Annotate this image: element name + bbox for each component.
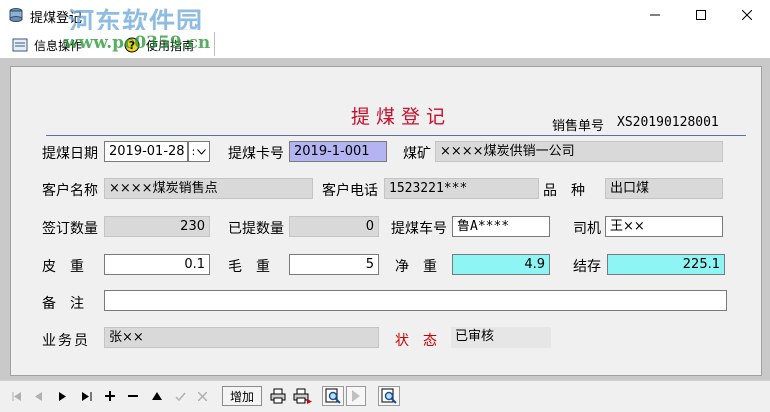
mine-label: 煤矿: [403, 146, 431, 162]
driver-field[interactable]: 王××: [605, 216, 723, 237]
gross-field[interactable]: 5: [289, 254, 379, 275]
edit-record-button[interactable]: [148, 386, 166, 406]
customer-field[interactable]: ××××煤炭销售点: [104, 178, 313, 199]
checkmark-icon: [174, 392, 186, 401]
card-label: 提煤卡号: [228, 146, 284, 162]
variety-label: 品 种: [543, 183, 585, 199]
phone-field[interactable]: 1523221***: [384, 178, 539, 199]
delete-record-button[interactable]: [124, 386, 142, 406]
triangle-up-icon: [152, 392, 162, 400]
net-field[interactable]: 4.9: [452, 254, 550, 275]
minimize-icon: [650, 14, 660, 16]
tare-field[interactable]: 0.1: [104, 254, 210, 275]
menu-separator: [214, 32, 215, 56]
remark-label: 备 注: [42, 296, 84, 312]
balance-label: 结存: [573, 259, 601, 275]
date-label: 提煤日期: [42, 146, 98, 162]
title-underline: [46, 135, 746, 136]
order-no-value: XS20190128001: [617, 115, 719, 130]
vehicle-label: 提煤车号: [391, 221, 447, 237]
search-button[interactable]: [322, 386, 344, 406]
close-icon: [742, 10, 752, 20]
cancel-x-icon: [197, 391, 207, 401]
post-record-button[interactable]: [171, 386, 189, 406]
play-button[interactable]: [346, 386, 366, 406]
status-field: 已审核: [451, 327, 551, 348]
card-field[interactable]: 2019-1-001: [289, 141, 387, 162]
prev-record-icon: [35, 391, 42, 401]
next-record-button[interactable]: [54, 386, 72, 406]
last-record-icon: [82, 391, 92, 401]
clerk-label: 业务员: [42, 333, 90, 349]
add-record-button[interactable]: [101, 386, 119, 406]
preview-button[interactable]: [378, 386, 400, 406]
signed-qty-label: 签订数量: [42, 221, 98, 237]
order-no-label: 销售单号: [552, 119, 605, 134]
vehicle-field[interactable]: 鲁A****: [452, 216, 550, 237]
mine-field[interactable]: ××××煤炭供销一公司: [435, 141, 723, 162]
driver-label: 司机: [573, 221, 601, 237]
last-record-button[interactable]: [78, 386, 96, 406]
magnifier-icon: [325, 388, 341, 404]
minus-icon: [128, 395, 138, 397]
printer-arrow-icon: [293, 388, 312, 404]
plus-icon: [105, 391, 115, 401]
next-record-icon: [59, 391, 66, 401]
maximize-button[interactable]: [678, 0, 724, 30]
date-field[interactable]: 2019-01-28: [104, 141, 188, 162]
preview-magnifier-icon: [381, 388, 397, 404]
main-area: 提煤登记 销售单号 XS20190128001 提煤日期 2019-01-28 …: [0, 58, 770, 380]
clerk-field[interactable]: 张××: [104, 327, 379, 348]
gross-label: 毛 重: [228, 259, 270, 275]
phone-label: 客户电话: [322, 183, 378, 199]
tare-label: 皮 重: [42, 259, 84, 275]
print-button[interactable]: [267, 386, 289, 406]
title-bar: 提煤登记 河东软件园: [0, 0, 770, 38]
status-label: 状 态: [395, 333, 437, 349]
cancel-record-button[interactable]: [193, 386, 211, 406]
app-icon: [9, 8, 23, 22]
chevron-down-icon: [197, 148, 207, 155]
watermark-url: www.pc0359.cn: [64, 33, 211, 53]
minimize-button[interactable]: [632, 0, 678, 30]
prev-record-button[interactable]: [30, 386, 48, 406]
remark-field[interactable]: [104, 290, 727, 311]
net-label: 净 重: [395, 259, 437, 275]
bottom-toolbar: 增加: [0, 380, 770, 412]
balance-field[interactable]: 225.1: [607, 254, 725, 275]
printer-icon: [270, 388, 286, 404]
first-record-icon: [12, 391, 21, 401]
maximize-icon: [696, 10, 706, 20]
date-dropdown[interactable]: :: [188, 141, 210, 162]
info-icon: [12, 38, 28, 52]
close-button[interactable]: [724, 0, 770, 30]
form-title: 提煤登记: [351, 106, 452, 128]
add-button[interactable]: 增加: [222, 386, 262, 406]
first-record-button[interactable]: [8, 386, 26, 406]
taken-qty-label: 已提数量: [228, 221, 284, 237]
play-icon: [352, 390, 360, 402]
customer-label: 客户名称: [42, 183, 98, 199]
date-separator: :: [191, 145, 196, 158]
print-setup-button[interactable]: [291, 386, 315, 406]
signed-qty-field[interactable]: 230: [104, 216, 210, 237]
app-window: 提煤登记 河东软件园 信息操作 ? 使用指南 www.pc0359.cn 提煤登…: [0, 0, 770, 412]
form-panel: 提煤登记 销售单号 XS20190128001 提煤日期 2019-01-28 …: [10, 66, 762, 376]
taken-qty-field[interactable]: 0: [289, 216, 379, 237]
variety-field[interactable]: 出口煤: [605, 178, 723, 199]
